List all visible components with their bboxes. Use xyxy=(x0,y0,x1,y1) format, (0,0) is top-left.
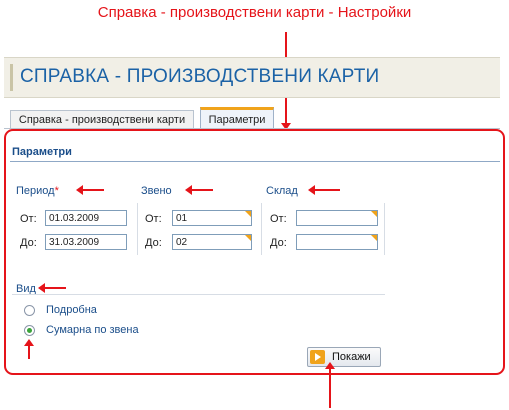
column-divider xyxy=(137,203,138,255)
arrow-right-icon xyxy=(310,350,325,364)
lookup-corner-icon xyxy=(245,235,251,241)
period-from-label: От: xyxy=(20,213,37,225)
page-header: СПРАВКА - ПРОИЗВОДСТВЕНИ КАРТИ xyxy=(4,57,500,98)
unit-from-value: 01 xyxy=(176,213,188,224)
header-accent-bar xyxy=(10,64,13,91)
annotation-arrow-button xyxy=(325,362,335,408)
unit-to-input[interactable]: 02 xyxy=(172,234,252,250)
period-to-label: До: xyxy=(20,237,37,249)
radio-summary-by-unit[interactable] xyxy=(24,325,35,336)
annotation-arrow-period xyxy=(76,185,104,195)
unit-to-label: До: xyxy=(145,237,162,249)
show-button-label: Покажи xyxy=(332,351,371,363)
period-to-input[interactable]: 31.03.2009 xyxy=(45,234,127,250)
annotation-outline xyxy=(4,129,505,375)
warehouse-to-label: До: xyxy=(270,237,287,249)
column-divider xyxy=(384,203,385,255)
annotation-arrow-warehouse xyxy=(308,185,340,195)
column-divider xyxy=(261,203,262,255)
tab-parameters[interactable]: Параметри xyxy=(200,107,274,129)
tab-report[interactable]: Справка - производствени карти xyxy=(10,110,194,128)
radio-summary-by-unit-label[interactable]: Сумарна по звена xyxy=(46,324,139,336)
unit-from-label: От: xyxy=(145,213,162,225)
panel-title-divider xyxy=(10,161,500,162)
annotation-arrow-radio xyxy=(24,339,34,359)
warehouse-to-input[interactable] xyxy=(296,234,378,250)
panel-title: Параметри xyxy=(12,146,72,158)
unit-label: Звено xyxy=(141,185,172,197)
annotation-arrow-view xyxy=(38,283,66,293)
annotation-caption: Справка - производствени карти - Настрой… xyxy=(97,4,412,21)
warehouse-label: Склад xyxy=(266,185,298,197)
period-label-text: Период xyxy=(16,185,55,197)
required-mark: * xyxy=(54,185,59,197)
lookup-corner-icon xyxy=(371,235,377,241)
radio-detailed[interactable] xyxy=(24,305,35,316)
radio-detailed-label[interactable]: Подробна xyxy=(46,304,97,316)
period-from-input[interactable]: 01.03.2009 xyxy=(45,210,127,226)
show-button[interactable]: Покажи xyxy=(307,347,381,367)
lookup-corner-icon xyxy=(245,211,251,217)
warehouse-from-input[interactable] xyxy=(296,210,378,226)
warehouse-from-label: От: xyxy=(270,213,287,225)
unit-from-input[interactable]: 01 xyxy=(172,210,252,226)
annotation-arrow-unit xyxy=(185,185,213,195)
unit-to-value: 02 xyxy=(176,237,188,248)
lookup-corner-icon xyxy=(371,211,377,217)
radio-selected-dot xyxy=(27,328,32,333)
page-title: СПРАВКА - ПРОИЗВОДСТВЕНИ КАРТИ xyxy=(20,66,380,87)
period-label: Период* xyxy=(16,185,59,197)
view-divider xyxy=(12,294,385,295)
